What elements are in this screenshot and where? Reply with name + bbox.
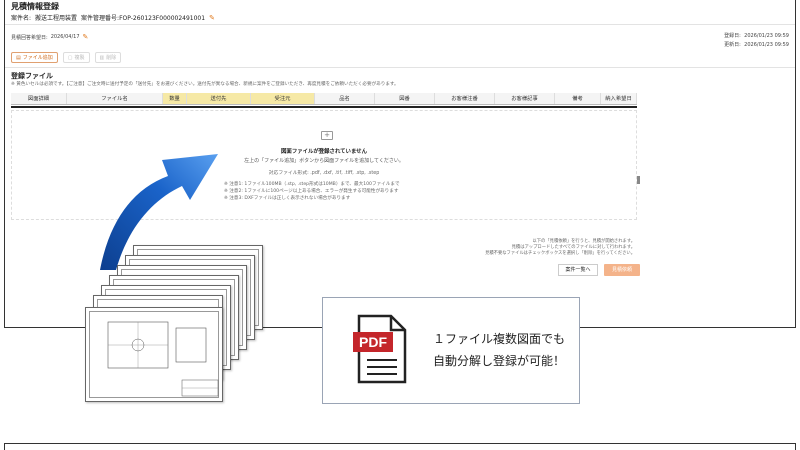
drawing-sheet-front (85, 307, 223, 402)
column-header: お客様注番 (435, 93, 495, 104)
case-label: 案件名: (11, 15, 32, 22)
callout-line: １ファイル複数図面でも (433, 332, 566, 346)
toolbar: ▤ ファイル追加 ▢ 複製 ▥ 削除 (11, 52, 122, 63)
column-header: 受注元 (251, 93, 315, 104)
divider (5, 67, 795, 68)
column-header: 納入希望日 (601, 93, 637, 104)
trash-icon: ▥ (99, 54, 105, 61)
folder-plus-icon: + (321, 131, 333, 140)
edit-pencil-icon[interactable]: ✎ (209, 14, 215, 22)
page-title: 見積情報登録 (11, 2, 59, 11)
technical-drawing (107, 321, 219, 397)
table-scrollbar[interactable] (11, 106, 637, 108)
updated-label: 更新日: (724, 42, 741, 48)
upload-note: ※ 注意1: 1ファイル100MB（.stp, .step形式は10MB）まで、… (224, 182, 400, 187)
add-file-button[interactable]: ▤ ファイル追加 (11, 52, 58, 63)
callout-line: 自動分解し登録が可能！ (433, 354, 566, 368)
pdf-label: PDF (359, 334, 387, 350)
delete-button[interactable]: ▥ 削除 (94, 52, 122, 63)
feature-callout: PDF １ファイル複数図面でも 自動分解し登録が可能！ (322, 297, 580, 404)
updated-value: 2026/01/23 09:59 (744, 42, 789, 48)
request-quote-button[interactable]: 見積依頼 (604, 264, 640, 276)
column-header: 品名 (315, 93, 375, 104)
upload-notes: ※ 注意1: 1ファイル100MB（.stp, .step形式は10MB）まで、… (224, 181, 400, 202)
file-icon: ▤ (16, 54, 21, 61)
copy-button[interactable]: ▢ 複製 (62, 52, 90, 63)
column-header: お客様記事 (495, 93, 555, 104)
due-value: 2026/04/17 (50, 34, 80, 40)
column-header: 備考 (555, 93, 601, 104)
column-header: 数量 (163, 93, 187, 104)
copy-icon: ▢ (67, 54, 73, 61)
required-note: ※ 黄色いセルは必須です。【ご注意】ご注文時に送付予定の「送付先」をお選びくださ… (11, 82, 399, 87)
pdf-icon: PDF (353, 314, 407, 384)
add-file-label: ファイル追加 (22, 54, 53, 61)
callout-text: １ファイル複数図面でも 自動分解し登録が可能！ (433, 328, 565, 372)
registered-label: 登録日: (724, 33, 741, 39)
upload-note: ※ 注意3: DXFファイルは正しく表示されない場合があります (224, 196, 351, 201)
case-info: 案件名: 搬送工程用装置 案件管理番号:FOP-260123F000002491… (11, 13, 215, 23)
case-number: 案件管理番号:FOP-260123F000002491001 (81, 15, 206, 22)
section-title: 登録ファイル (11, 72, 53, 80)
next-window-edge (4, 443, 796, 450)
registered-value: 2026/01/23 09:59 (744, 33, 789, 39)
column-header: ファイル名 (67, 93, 163, 104)
upload-note: ※ 注意2: 1ファイルに100ページ以上ある場合、エラーが発生する可能性があり… (224, 189, 399, 194)
column-header: 図面詳細 (11, 93, 67, 104)
due-date: 見積回答希望日: 2026/04/17 ✎ (11, 33, 88, 41)
delete-label: 削除 (106, 54, 117, 61)
due-label: 見積回答希望日: (11, 34, 48, 41)
case-name: 搬送工程用装置 (35, 15, 78, 22)
page-scrollbar-thumb[interactable] (637, 176, 640, 184)
meta-dates: 登録日: 2026/01/23 09:59 更新日: 2026/01/23 09:5… (724, 32, 789, 50)
drawing-stack (75, 245, 275, 410)
back-to-list-button[interactable]: 案件一覧へ (558, 264, 598, 276)
divider (5, 24, 795, 25)
submit-notes: 以下の「見積依頼」を行うと、見積が開始されます。 見積はアップロードしたすべての… (485, 239, 635, 257)
column-header: 送付先 (187, 93, 251, 104)
column-header: 図番 (375, 93, 435, 104)
submit-note: 見積不要なファイルはチェックボックスを選択し「削除」を行ってください。 (485, 251, 635, 256)
file-table-header: 図面詳細 ファイル名 数量 送付先 受注元 品名 図番 お客様注番 お客様記事 備考 納入希望日 (11, 93, 637, 105)
edit-due-pencil-icon[interactable]: ✎ (83, 33, 89, 41)
copy-label: 複製 (74, 54, 85, 61)
